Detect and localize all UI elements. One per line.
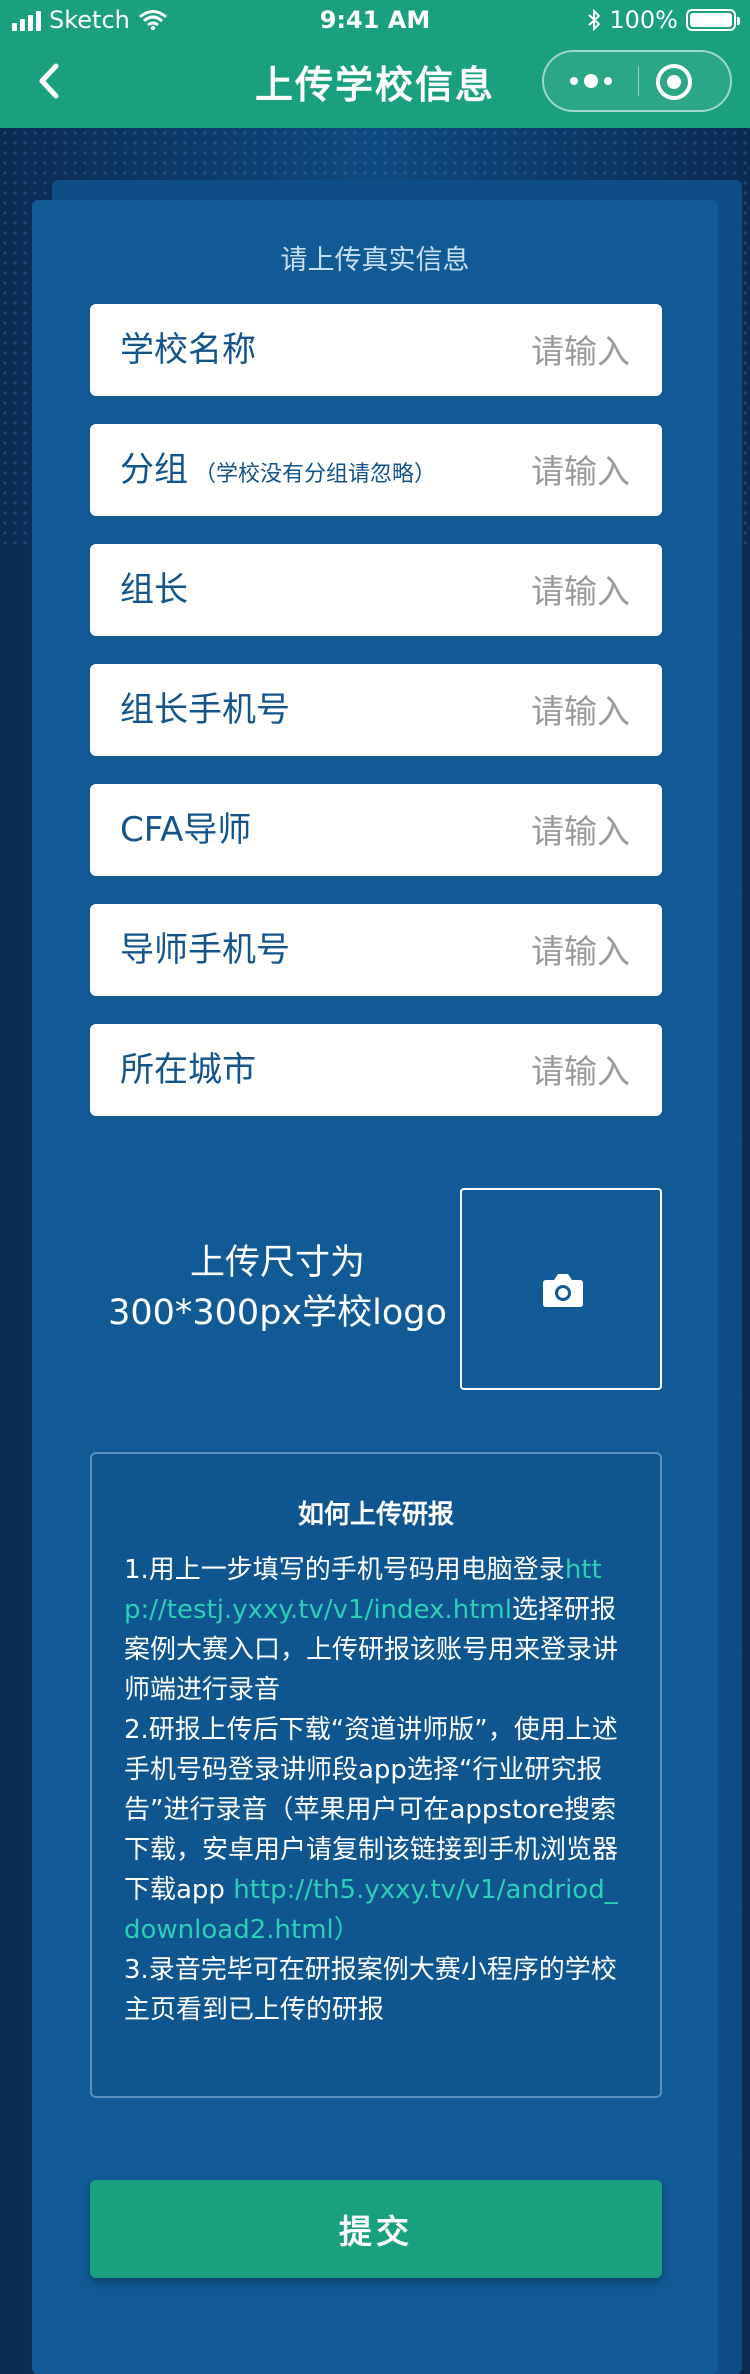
upload-guide-box: 如何上传研报 1.用上一步填写的手机号码用电脑登录http://testj.yx… bbox=[90, 1452, 662, 2098]
school-name-input[interactable] bbox=[448, 304, 632, 398]
close-target-icon[interactable] bbox=[654, 62, 694, 102]
upload-line-2: 300*300px学校logo bbox=[108, 1293, 447, 1333]
logo-upload-button[interactable] bbox=[460, 1188, 662, 1390]
form-subtitle: 请上传真实信息 bbox=[280, 245, 470, 276]
group-field[interactable]: 分组 （学校没有分组请忽略） bbox=[90, 424, 662, 518]
camera-icon bbox=[543, 1274, 583, 1307]
city-field[interactable]: 所在城市 bbox=[90, 1024, 662, 1118]
cfa-mentor-input[interactable] bbox=[448, 784, 632, 878]
cfa-mentor-field[interactable]: CFA导师 bbox=[90, 784, 662, 878]
guide-body: 1.用上一步填写的手机号码用电脑登录http://testj.yxxy.tv/v… bbox=[124, 1550, 630, 2030]
city-input[interactable] bbox=[448, 1024, 632, 1118]
leader-input[interactable] bbox=[448, 544, 632, 638]
field-label: 所在城市 bbox=[120, 1050, 256, 1090]
battery-icon bbox=[686, 9, 740, 31]
submit-button[interactable]: 提交 bbox=[90, 2180, 662, 2278]
guide-step-2: 2.研报上传后下载“资道讲师版”，使用上述手机号码登录讲师段app选择“行业研究… bbox=[124, 1715, 619, 1945]
battery-percent: 100% bbox=[609, 6, 678, 34]
guide-step-1: 1.用上一步填写的手机号码用电脑登录http://testj.yxxy.tv/v… bbox=[124, 1555, 619, 1705]
bluetooth-icon bbox=[588, 9, 601, 31]
nav-bar: 上传学校信息 bbox=[0, 40, 750, 128]
field-label: CFA导师 bbox=[120, 810, 252, 850]
top-bar: Sketch 9:41 AM 100% 上传学校信息 bbox=[0, 0, 750, 128]
mentor-phone-field[interactable]: 导师手机号 bbox=[90, 904, 662, 998]
leader-phone-field[interactable]: 组长手机号 bbox=[90, 664, 662, 758]
field-label: 学校名称 bbox=[120, 330, 256, 370]
mentor-phone-input[interactable] bbox=[448, 904, 632, 998]
battery-fill bbox=[690, 13, 732, 27]
field-label: 导师手机号 bbox=[120, 930, 290, 970]
capsule-divider bbox=[638, 66, 639, 96]
mini-program-capsule bbox=[542, 50, 732, 112]
field-label: 组长 bbox=[120, 570, 188, 610]
field-label: 分组 （学校没有分组请忽略） bbox=[120, 450, 437, 490]
leader-field[interactable]: 组长 bbox=[90, 544, 662, 638]
leader-phone-input[interactable] bbox=[448, 664, 632, 758]
status-bar: Sketch 9:41 AM 100% bbox=[0, 0, 750, 40]
upload-instruction: 上传尺寸为 300*300px学校logo bbox=[100, 1238, 455, 1338]
upload-line-1: 上传尺寸为 bbox=[189, 1243, 365, 1283]
more-icon[interactable] bbox=[560, 66, 622, 96]
field-label: 组长手机号 bbox=[120, 690, 290, 730]
school-name-field[interactable]: 学校名称 bbox=[90, 304, 662, 398]
group-input[interactable] bbox=[448, 424, 632, 518]
guide-title: 如何上传研报 bbox=[297, 1500, 454, 1530]
field-hint: （学校没有分组请忽略） bbox=[194, 462, 437, 487]
guide-step-3: 3.录音完毕可在研报案例大赛小程序的学校主页看到已上传的研报 bbox=[124, 1955, 617, 2025]
